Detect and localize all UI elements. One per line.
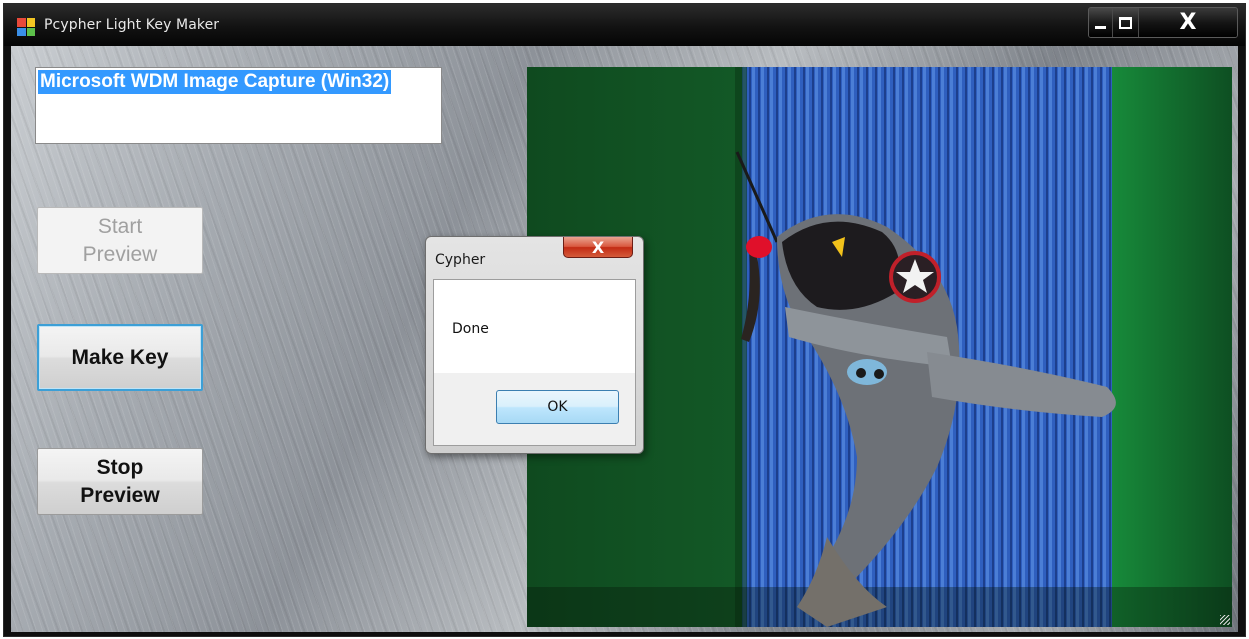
close-icon: X (591, 237, 605, 257)
stop-preview-button[interactable]: Stop Preview (37, 448, 203, 515)
caption-buttons: X (1088, 7, 1238, 38)
make-key-button[interactable]: Make Key (37, 324, 203, 391)
start-preview-button[interactable]: Start Preview (37, 207, 203, 274)
dialog-close-button[interactable]: X (563, 237, 633, 258)
title-bar[interactable]: Pcypher Light Key Maker X (4, 4, 1245, 46)
minimize-button[interactable] (1089, 8, 1113, 37)
close-icon: X (1179, 10, 1197, 35)
dialog-title: Cypher (435, 252, 486, 268)
dialog-body: Done OK (433, 279, 636, 446)
window-title: Pcypher Light Key Maker (44, 17, 220, 33)
maximize-button[interactable] (1113, 8, 1139, 37)
app-icon[interactable] (17, 18, 35, 36)
maximize-icon (1119, 16, 1132, 29)
app-window: Pcypher Light Key Maker X Microsoft WDM … (3, 3, 1246, 637)
close-button[interactable]: X (1139, 8, 1237, 37)
dialog-footer: OK (434, 373, 635, 445)
device-list-item[interactable]: Microsoft WDM Image Capture (Win32) (38, 70, 392, 94)
message-dialog: Cypher X Done OK (425, 236, 644, 454)
device-listbox[interactable]: Microsoft WDM Image Capture (Win32) (35, 67, 442, 144)
dialog-message: Done (452, 321, 489, 337)
minimize-icon (1095, 26, 1106, 29)
resize-grip[interactable] (1220, 615, 1230, 625)
ok-button[interactable]: OK (496, 390, 619, 424)
